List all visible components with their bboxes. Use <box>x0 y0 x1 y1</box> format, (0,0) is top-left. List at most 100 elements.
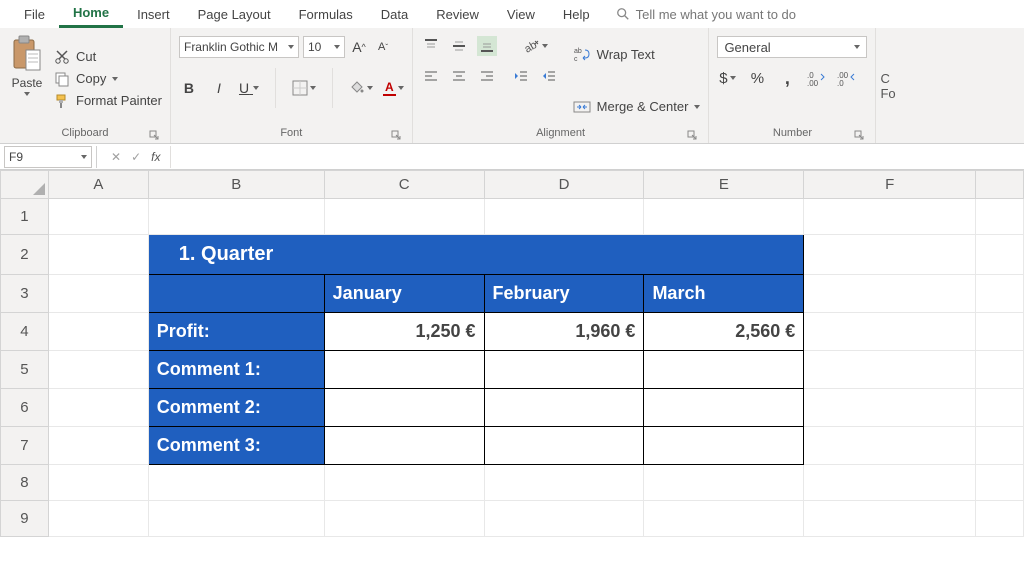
cell[interactable] <box>976 389 1024 427</box>
increase-font-button[interactable]: A^ <box>349 37 369 57</box>
col-header-c[interactable]: C <box>324 171 484 199</box>
accounting-format-button[interactable]: $ <box>717 68 737 88</box>
col-header-d[interactable]: D <box>484 171 644 199</box>
align-right-button[interactable] <box>477 66 497 86</box>
cut-button[interactable]: Cut <box>54 49 162 65</box>
cell-comment3-label[interactable]: Comment 3: <box>148 427 324 465</box>
cell[interactable] <box>324 427 484 465</box>
cell[interactable] <box>48 199 148 235</box>
cell[interactable] <box>804 427 976 465</box>
format-painter-button[interactable]: Format Painter <box>54 93 162 109</box>
alignment-dialog-launcher[interactable] <box>686 129 698 141</box>
cell[interactable] <box>48 351 148 389</box>
cell[interactable] <box>484 351 644 389</box>
cell[interactable] <box>804 465 976 501</box>
decrease-decimal-button[interactable]: .00.0 <box>837 68 857 88</box>
clipboard-dialog-launcher[interactable] <box>148 129 160 141</box>
insert-function-button[interactable]: fx <box>151 150 160 164</box>
cell[interactable] <box>644 351 804 389</box>
increase-indent-button[interactable] <box>539 66 559 86</box>
cell[interactable] <box>976 275 1024 313</box>
cell[interactable] <box>484 465 644 501</box>
increase-decimal-button[interactable]: .0.00 <box>807 68 827 88</box>
italic-button[interactable]: I <box>209 78 229 98</box>
cell[interactable] <box>484 199 644 235</box>
cell-month-jan[interactable]: January <box>324 275 484 313</box>
row-header-6[interactable]: 6 <box>1 389 49 427</box>
font-size-select[interactable]: 10 <box>303 36 345 58</box>
col-header-g[interactable] <box>976 171 1024 199</box>
cell[interactable] <box>804 313 976 351</box>
cancel-formula-button[interactable]: ✕ <box>111 150 121 164</box>
row-header-1[interactable]: 1 <box>1 199 49 235</box>
cell[interactable] <box>976 235 1024 275</box>
cell[interactable] <box>804 389 976 427</box>
align-top-button[interactable] <box>421 36 441 56</box>
cell[interactable] <box>324 465 484 501</box>
cell[interactable] <box>48 501 148 537</box>
align-middle-button[interactable] <box>449 36 469 56</box>
row-header-9[interactable]: 9 <box>1 501 49 537</box>
orientation-button[interactable]: ab <box>511 36 559 56</box>
copy-dropdown-icon[interactable] <box>112 77 118 81</box>
select-all-button[interactable] <box>1 171 49 199</box>
name-box[interactable]: F9 <box>4 146 92 168</box>
cell[interactable] <box>644 501 804 537</box>
tab-page-layout[interactable]: Page Layout <box>184 0 285 28</box>
cell[interactable] <box>324 351 484 389</box>
cell[interactable] <box>148 501 324 537</box>
row-header-8[interactable]: 8 <box>1 465 49 501</box>
row-header-2[interactable]: 2 <box>1 235 49 275</box>
cell[interactable] <box>48 313 148 351</box>
cell[interactable] <box>804 275 976 313</box>
align-left-button[interactable] <box>421 66 441 86</box>
decrease-indent-button[interactable] <box>511 66 531 86</box>
cell[interactable] <box>324 389 484 427</box>
cell[interactable] <box>976 501 1024 537</box>
cell[interactable] <box>976 199 1024 235</box>
cell[interactable] <box>804 235 976 275</box>
cell[interactable] <box>324 501 484 537</box>
align-bottom-button[interactable] <box>477 36 497 56</box>
align-center-button[interactable] <box>449 66 469 86</box>
cell[interactable] <box>804 501 976 537</box>
cell[interactable] <box>804 351 976 389</box>
col-header-b[interactable]: B <box>148 171 324 199</box>
cell[interactable] <box>48 235 148 275</box>
cell-title[interactable]: 1. Quarter <box>148 235 803 275</box>
fill-color-button[interactable] <box>349 78 373 98</box>
tab-review[interactable]: Review <box>422 0 493 28</box>
cell[interactable] <box>484 427 644 465</box>
tab-data[interactable]: Data <box>367 0 422 28</box>
tell-me-search[interactable]: Tell me what you want to do <box>616 7 796 22</box>
tab-view[interactable]: View <box>493 0 549 28</box>
cell[interactable] <box>48 275 148 313</box>
tab-help[interactable]: Help <box>549 0 604 28</box>
cell-comment2-label[interactable]: Comment 2: <box>148 389 324 427</box>
cell[interactable] <box>484 501 644 537</box>
cell[interactable] <box>976 313 1024 351</box>
cell[interactable] <box>644 427 804 465</box>
col-header-f[interactable]: F <box>804 171 976 199</box>
paste-dropdown-icon[interactable] <box>24 92 30 96</box>
cell-profit-jan[interactable]: 1,250 € <box>324 313 484 351</box>
cell[interactable] <box>48 427 148 465</box>
comma-button[interactable]: , <box>777 68 797 88</box>
paste-button[interactable]: Paste <box>8 32 50 125</box>
cell-month-mar[interactable]: March <box>644 275 804 313</box>
row-header-4[interactable]: 4 <box>1 313 49 351</box>
tab-home[interactable]: Home <box>59 0 123 28</box>
cell-month-feb[interactable]: February <box>484 275 644 313</box>
font-color-button[interactable]: A <box>383 78 404 98</box>
formula-input[interactable] <box>170 146 1024 168</box>
cell-profit-feb[interactable]: 1,960 € <box>484 313 644 351</box>
number-format-select[interactable]: General <box>717 36 867 58</box>
row-header-3[interactable]: 3 <box>1 275 49 313</box>
percent-button[interactable]: % <box>747 68 767 88</box>
merge-center-button[interactable]: Merge & Center <box>573 99 701 115</box>
cell[interactable] <box>644 465 804 501</box>
row-header-7[interactable]: 7 <box>1 427 49 465</box>
cell[interactable] <box>484 389 644 427</box>
cell-profit-label[interactable]: Profit: <box>148 313 324 351</box>
col-header-e[interactable]: E <box>644 171 804 199</box>
